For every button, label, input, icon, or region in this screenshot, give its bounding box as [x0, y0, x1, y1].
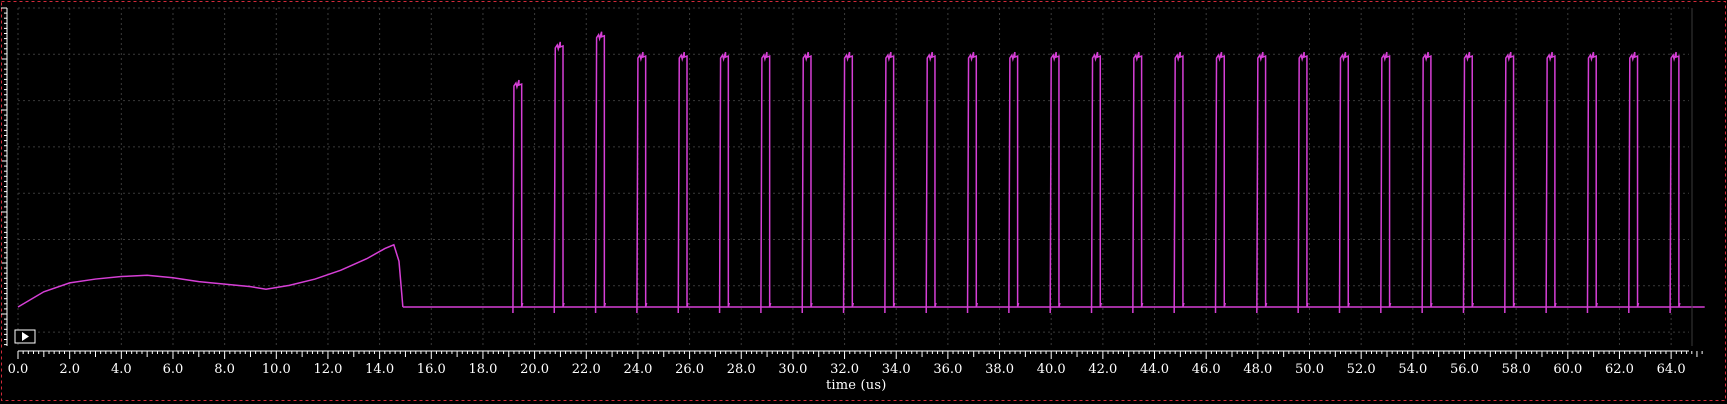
x-tick-label: 32.0 [830, 362, 859, 377]
x-tick-label: 52.0 [1347, 362, 1376, 377]
x-tick-label: 42.0 [1088, 362, 1117, 377]
x-tick-label: 26.0 [675, 362, 704, 377]
x-tick-label: 48.0 [1243, 362, 1272, 377]
x-tick-label: 24.0 [623, 362, 652, 377]
x-tick-label: 36.0 [933, 362, 962, 377]
x-tick-label: 62.0 [1605, 362, 1634, 377]
x-tick-label: 0.0 [8, 362, 29, 377]
plot-frame: 0.0 2.0 4.0 6.0 8.0 10.0 12.0 14.0 16.0 18.0 20.0 2… [0, 0, 1727, 404]
x-tick-label: 16.0 [417, 362, 446, 377]
x-tick-label: 30.0 [778, 362, 807, 377]
x-tick-label: 58.0 [1502, 362, 1531, 377]
x-tick-label: 14.0 [365, 362, 394, 377]
x-tick-label: 4.0 [111, 362, 132, 377]
x-tick-label: 2.0 [59, 362, 80, 377]
x-tick-label: 60.0 [1553, 362, 1582, 377]
x-axis-label: time (us) [826, 378, 887, 393]
x-tick-label: 8.0 [214, 362, 235, 377]
x-tick-label: 12.0 [313, 362, 342, 377]
x-tick-label: 64.0 [1657, 362, 1686, 377]
x-tick-label: 38.0 [985, 362, 1014, 377]
x-tick-label: 46.0 [1192, 362, 1221, 377]
x-tick-label: 50.0 [1295, 362, 1324, 377]
x-tick-label: 40.0 [1037, 362, 1066, 377]
play-button[interactable] [14, 329, 36, 344]
x-tick-label: 28.0 [727, 362, 756, 377]
x-tick-label: 18.0 [468, 362, 497, 377]
x-tick-label: 20.0 [520, 362, 549, 377]
x-tick-label: 10.0 [262, 362, 291, 377]
x-tick-label: 54.0 [1398, 362, 1427, 377]
x-tick-label: 44.0 [1140, 362, 1169, 377]
x-tick-label: 34.0 [882, 362, 911, 377]
x-tick-label: 6.0 [163, 362, 184, 377]
x-tick-label: 22.0 [572, 362, 601, 377]
plot-background [0, 0, 1727, 404]
x-tick-label: 56.0 [1450, 362, 1479, 377]
